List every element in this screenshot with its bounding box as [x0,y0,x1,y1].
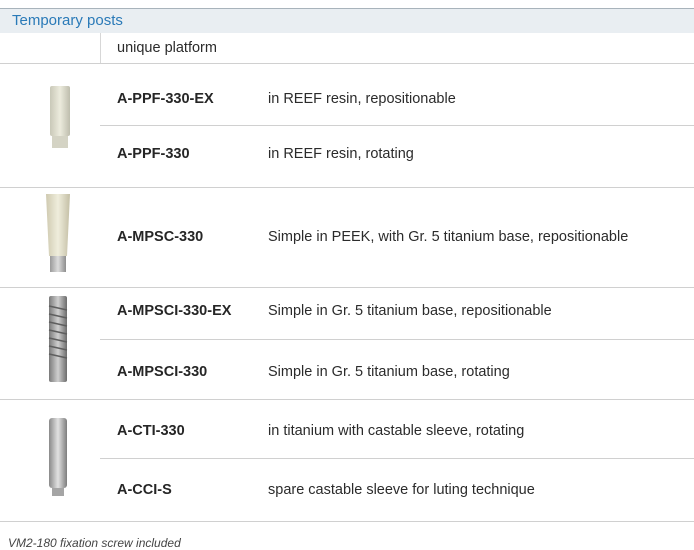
product-description: Simple in Gr. 5 titanium base, repositio… [268,303,552,319]
product-description: Simple in Gr. 5 titanium base, rotating [268,364,510,380]
divider [100,125,694,126]
resin-post-image [48,86,72,155]
product-code: A-CCI-S [117,482,172,498]
product-code: A-PPF-330-EX [117,91,214,107]
divider [0,63,694,64]
subheader-label: unique platform [117,40,217,56]
product-code: A-PPF-330 [117,146,190,162]
titanium-castable-post-image [47,418,69,503]
subheader-row: unique platform [0,33,694,63]
product-description: spare castable sleeve for luting techniq… [268,482,535,498]
product-description: in REEF resin, rotating [268,146,414,162]
product-description: in titanium with castable sleeve, rotati… [268,423,525,439]
product-code: A-MPSCI-330-EX [117,303,232,319]
section-header: Temporary posts [0,8,694,33]
divider [100,339,694,340]
divider [0,521,694,522]
section-title: Temporary posts [12,12,123,29]
divider [0,187,694,188]
divider [0,399,694,400]
divider [0,287,694,288]
product-code: A-MPSCI-330 [117,364,208,380]
product-code: A-MPSC-330 [117,229,204,245]
product-code: A-CTI-330 [117,423,185,439]
column-divider [100,33,101,63]
divider [100,458,694,459]
product-description: Simple in PEEK, with Gr. 5 titanium base… [268,229,629,245]
product-description: in REEF resin, repositionable [268,91,456,107]
footnote: VM2-180 fixation screw included [8,536,181,550]
titanium-ridged-post-image [47,296,69,387]
peek-post-image [45,194,71,279]
